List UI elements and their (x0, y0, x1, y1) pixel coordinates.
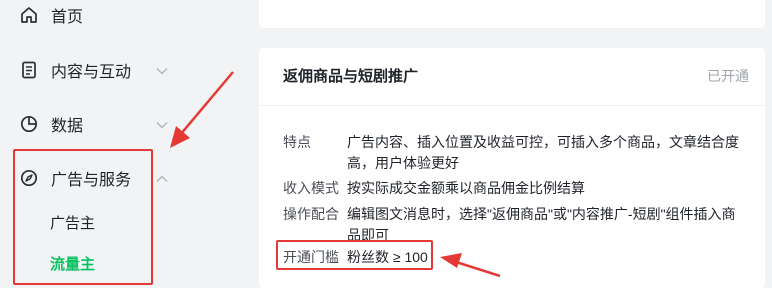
highlight-box-sidebar (13, 149, 153, 285)
chevron-down-icon[interactable] (154, 63, 170, 79)
highlight-box-threshold (276, 240, 433, 270)
sidebar-item-label: 数据 (51, 118, 84, 135)
divider (259, 105, 765, 106)
chevron-up-icon[interactable] (154, 171, 170, 187)
document-icon (20, 61, 38, 79)
row-label: 收入模式 (283, 180, 339, 196)
sidebar-item-data[interactable]: 数据 (20, 104, 83, 144)
pie-chart-icon (20, 115, 38, 133)
sidebar-item-home[interactable]: 首页 (20, 0, 83, 35)
row-label: 操作配合 (283, 206, 339, 222)
sidebar-item-label: 内容与互动 (51, 64, 132, 81)
sidebar-item-content[interactable]: 内容与互动 (20, 50, 131, 90)
chevron-down-icon[interactable] (154, 117, 170, 133)
row-value: 广告内容、插入位置及收益可控，可插入多个商品，文章结合度高，用户体验更好 (347, 134, 739, 171)
sidebar-item-label: 首页 (51, 9, 84, 26)
card-previous (259, 0, 765, 28)
status-badge: 已开通 (707, 68, 749, 84)
row-value: 按实际成交金额乘以商品佣金比例结算 (347, 180, 585, 196)
row-label: 特点 (283, 134, 311, 150)
card-title: 返佣商品与短剧推广 (283, 68, 419, 85)
home-icon (20, 6, 38, 24)
